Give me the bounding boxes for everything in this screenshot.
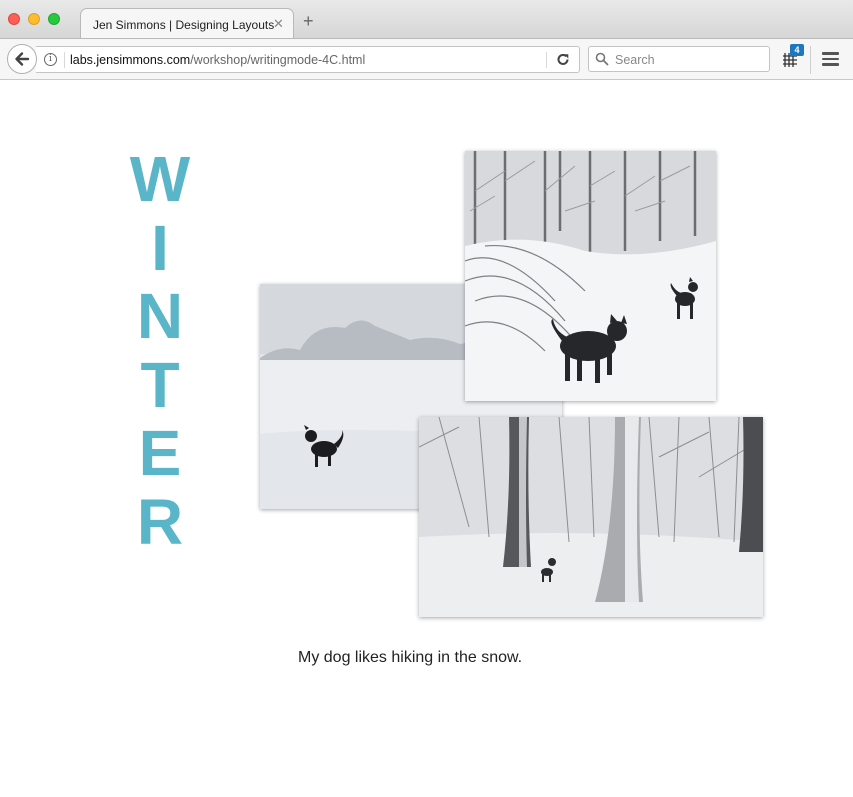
url-path: /workshop/writingmode-4C.html xyxy=(190,53,366,67)
back-button[interactable] xyxy=(7,44,37,74)
hamburger-menu-icon[interactable] xyxy=(822,52,839,66)
reload-icon[interactable] xyxy=(555,51,571,67)
zoom-window-button[interactable] xyxy=(48,13,60,25)
tab-active[interactable]: Jen Simmons | Designing Layouts ✕ xyxy=(80,8,294,39)
url-divider-right xyxy=(546,52,547,68)
close-window-button[interactable] xyxy=(8,13,20,25)
browser-toolbar: i labs.jensimmons.com/workshop/writingmo… xyxy=(0,38,853,80)
snowy-woods-photo xyxy=(465,151,716,401)
url-text[interactable]: labs.jensimmons.com/workshop/writingmode… xyxy=(70,53,365,67)
title-letter: N xyxy=(136,280,184,352)
tab-close-icon[interactable]: ✕ xyxy=(273,16,284,32)
extension-badge: 4 xyxy=(790,44,804,56)
info-icon[interactable]: i xyxy=(44,53,57,66)
title-letter: R xyxy=(136,485,184,558)
url-divider xyxy=(64,52,65,68)
search-placeholder: Search xyxy=(615,53,655,67)
search-input[interactable]: Search xyxy=(588,46,770,72)
window-titlebar: Jen Simmons | Designing Layouts ✕ + xyxy=(0,0,853,39)
tab-title: Jen Simmons | Designing Layouts xyxy=(93,18,275,32)
vertical-title: W I N T E R xyxy=(110,145,210,556)
title-letter: I xyxy=(151,211,169,284)
toolbar-divider xyxy=(810,46,811,74)
snowy-trees-photo xyxy=(419,417,763,617)
photo-caption: My dog likes hiking in the snow. xyxy=(298,649,523,666)
search-icon xyxy=(595,52,609,66)
url-bar[interactable]: i labs.jensimmons.com/workshop/writingmo… xyxy=(36,46,580,73)
new-tab-icon[interactable]: + xyxy=(303,12,314,30)
back-arrow-icon xyxy=(15,52,30,66)
title-letter: T xyxy=(140,348,180,421)
url-host: labs.jensimmons.com xyxy=(70,53,191,67)
title-letter: E xyxy=(138,417,182,489)
minimize-window-button[interactable] xyxy=(28,13,40,25)
title-letter: W xyxy=(129,143,191,215)
